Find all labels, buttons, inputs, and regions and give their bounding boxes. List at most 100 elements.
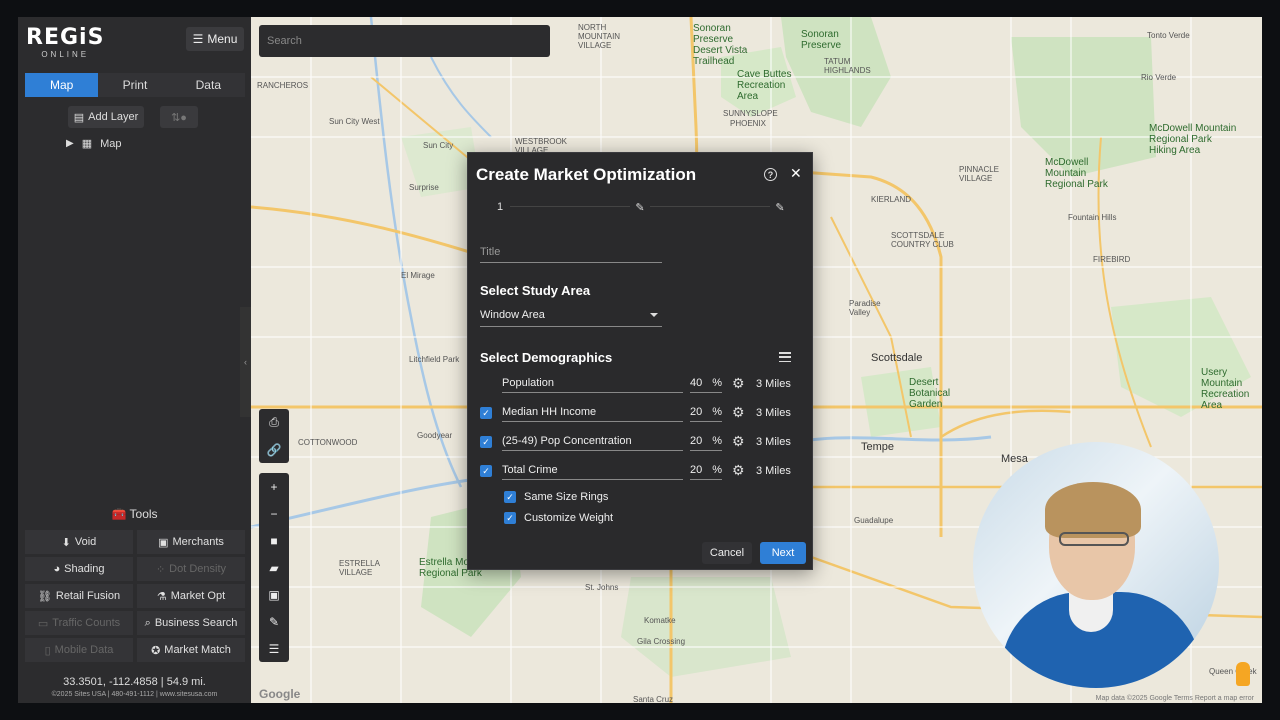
hamburger-icon: ☰ [192,32,204,46]
list-settings-icon[interactable] [779,352,791,362]
study-area-value: Window Area [480,309,545,321]
menu-label: Menu [207,32,238,46]
add-layer-button[interactable]: ▤ Add Layer [68,106,144,128]
demographic-name[interactable]: (25-49) Pop Concentration [502,433,683,451]
dialog-title: Create Market Optimization [476,165,697,184]
close-icon[interactable]: ✕ [790,165,802,182]
tab-map[interactable]: Map [25,73,99,97]
medal-icon: ✪ [151,644,161,657]
logo: REGiS ONLINE [26,25,104,59]
sidebar-collapse-handle[interactable]: ‹ [240,307,251,417]
toolbox-icon: 🧰 [111,507,127,521]
list-icon[interactable]: ☰ [259,635,289,662]
tools-header: 🧰 Tools [18,507,251,521]
weight-value: 40 [690,377,703,389]
demographic-row: ✓ Median HH Income 20% ⚙ 3 Miles [480,404,800,426]
help-icon[interactable]: ? [764,168,777,181]
tool-label: Void [74,536,97,548]
demographic-weight-input[interactable]: 40% [690,375,722,393]
demographic-weight-input[interactable]: 20% [690,404,722,422]
gear-icon[interactable]: ⚙ [732,433,745,450]
layer-order-button[interactable]: ⇅● [160,106,198,128]
step-1[interactable]: 1 [490,197,510,217]
demographics-heading: Select Demographics [480,350,613,365]
layers-icon: ▤ [73,111,85,124]
checkbox[interactable]: ✓ [504,512,516,524]
demographic-weight-input[interactable]: 20% [690,462,722,480]
logo-main: REGiS [26,25,105,50]
tool-void-button[interactable]: ⬇ Void [25,530,133,554]
cancel-button[interactable]: Cancel [702,542,752,564]
map-label-park: Sonoran Preserve [801,29,842,51]
study-area-select[interactable]: Window Area [480,305,662,327]
zoom-out-icon[interactable]: − [259,500,289,527]
map-icon[interactable]: ▰ [259,554,289,581]
search-icon: ⌕ [144,616,151,629]
tab-print[interactable]: Print [98,73,172,97]
step-3-edit-icon[interactable]: ✎ [770,197,790,217]
map-search-input[interactable]: Search [259,25,550,57]
car-icon: ▭ [37,617,49,630]
gear-icon[interactable]: ⚙ [732,375,745,392]
presenter-glasses [1059,532,1129,546]
map-label-park: McDowell Mountain Regional Park [1045,157,1108,190]
tool-retail-fusion-button[interactable]: ⛓ Retail Fusion [25,584,133,608]
checkbox[interactable]: ✓ [504,491,516,503]
webcam-overlay [973,442,1219,688]
tool-grid: ⬇ Void ▣ Merchants ◕ Shading ⁘ Dot Density ⛓… [25,530,245,662]
weight-value: 20 [690,406,703,418]
demographic-checkbox[interactable]: ✓ [480,407,492,419]
street-view-pegman-icon[interactable] [1236,662,1250,686]
palette-icon: ◕ [53,563,61,575]
tool-market-opt-button[interactable]: ⚗ Market Opt [137,584,245,608]
demographic-weight-input[interactable]: 20% [690,433,722,451]
tool-mobile-data-button[interactable]: ▯ Mobile Data [25,638,133,662]
map-label-town: COTTONWOOD [298,438,358,447]
tree-item-map[interactable]: ▶ ▦ Map [66,137,122,151]
gear-icon[interactable]: ⚙ [732,462,745,479]
tool-business-search-button[interactable]: ⌕ Business Search [137,611,245,635]
demographic-checkbox[interactable]: ✓ [480,465,492,477]
phone-icon: ▯ [44,644,51,657]
tool-traffic-counts-button[interactable]: ▭ Traffic Counts [25,611,133,635]
sort-icon: ⇅● [171,111,187,124]
tool-shading-button[interactable]: ◕ Shading [25,557,133,581]
option-label: Customize Weight [524,512,614,524]
percent-sign: % [712,377,722,389]
tab-data[interactable]: Data [171,73,245,97]
camera-icon[interactable]: ■ [259,527,289,554]
study-area-heading: Select Study Area [480,283,591,298]
menu-button[interactable]: ☰ Menu [186,27,244,51]
chevron-left-icon: ‹ [244,357,247,367]
map-label-town: Guadalupe [854,516,894,525]
next-button[interactable]: Next [760,542,806,564]
tool-label: Mobile Data [54,644,114,656]
map-attribution[interactable]: Map data ©2025 Google Terms Report a map… [1096,695,1254,702]
demographic-name[interactable]: Median HH Income [502,404,683,422]
title-input[interactable]: Title [480,241,662,263]
demographic-name[interactable]: Total Crime [502,462,683,480]
link-icon[interactable]: 🔗 [259,436,289,463]
step-2-edit-icon[interactable]: ✎ [630,197,650,217]
demographic-radius: 3 Miles [756,378,791,390]
map-folder-icon: ▦ [81,138,93,150]
map-label-park: McDowell Mountain Regional Park Hiking A… [1149,123,1237,156]
print-icon[interactable]: ⎙ [259,409,289,436]
tool-merchants-button[interactable]: ▣ Merchants [137,530,245,554]
map-label-town: Surprise [409,183,439,192]
same-size-rings-option[interactable]: ✓ Same Size Rings [504,491,608,503]
store-icon: ▣ [158,536,169,549]
map-label-town: SCOTTSDALE COUNTRY CLUB [891,231,954,249]
chevron-right-icon: ▶ [66,138,74,149]
gear-icon[interactable]: ⚙ [732,404,745,421]
tool-dot-density-button[interactable]: ⁘ Dot Density [137,557,245,581]
pin-icon[interactable]: ✎ [259,608,289,635]
map-tool-group: ⎙ 🔗 [259,409,289,463]
demographic-checkbox[interactable]: ✓ [480,436,492,448]
tool-market-match-button[interactable]: ✪ Market Match [137,638,245,662]
map-label-town: Fountain Hills [1068,213,1117,222]
customize-weight-option[interactable]: ✓ Customize Weight [504,512,613,524]
demographic-name[interactable]: Population [502,375,683,393]
image-icon[interactable]: ▣ [259,581,289,608]
zoom-in-icon[interactable]: + [259,473,289,500]
